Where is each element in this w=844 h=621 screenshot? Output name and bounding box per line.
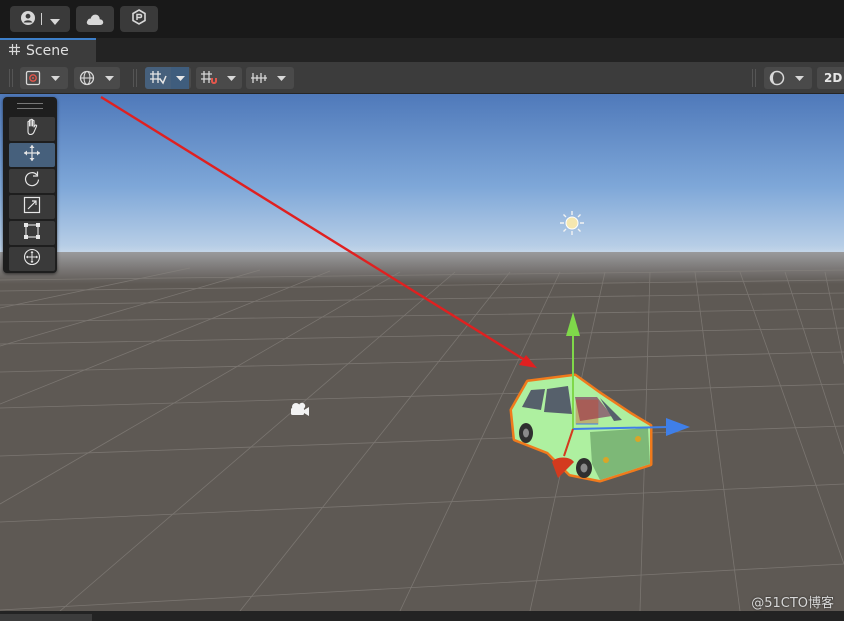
toolbar-grip[interactable] xyxy=(9,69,13,87)
increment-snap-icon xyxy=(196,67,222,89)
camera-icon[interactable] xyxy=(291,402,309,416)
scene-render xyxy=(0,94,844,611)
move-tool-button[interactable] xyxy=(9,143,55,167)
bottom-tab[interactable] xyxy=(0,614,92,621)
top-bar xyxy=(0,0,844,38)
grid-icon xyxy=(9,43,20,59)
hand-tool-icon xyxy=(23,118,41,140)
grid-snap-icon xyxy=(145,67,171,89)
chevron-down-icon xyxy=(49,10,60,29)
directional-light-icon[interactable] xyxy=(560,211,584,235)
bottom-bar xyxy=(0,611,844,621)
tab-scene-label: Scene xyxy=(26,43,69,59)
rect-tool-icon xyxy=(23,222,41,244)
cloud-icon xyxy=(86,10,104,29)
account-button[interactable] xyxy=(10,6,70,32)
ruler-icon xyxy=(246,67,272,89)
toolbar-grip[interactable] xyxy=(133,69,137,87)
increment-snap-dropdown[interactable] xyxy=(196,67,242,89)
chevron-down-icon xyxy=(46,67,64,89)
scale-tool-icon xyxy=(23,196,41,218)
tab-strip: Scene xyxy=(0,38,844,62)
transform-tool-button[interactable] xyxy=(9,247,55,271)
gizmo-y-arrow[interactable] xyxy=(566,312,580,336)
collab-icon xyxy=(131,9,147,29)
move-tool-icon xyxy=(23,144,41,166)
rotate-tool-icon xyxy=(23,170,41,192)
tool-palette xyxy=(3,97,57,273)
scene-viewport[interactable] xyxy=(0,94,844,611)
cloud-button[interactable] xyxy=(76,6,114,32)
account-separator xyxy=(40,13,42,25)
horizon-haze xyxy=(0,252,844,284)
chevron-down-icon xyxy=(100,67,118,89)
chevron-down-icon xyxy=(272,67,290,89)
shading-mode-dropdown[interactable] xyxy=(764,67,812,89)
rect-tool-button[interactable] xyxy=(9,221,55,245)
scale-tool-button[interactable] xyxy=(9,195,55,219)
collab-button[interactable] xyxy=(120,6,158,32)
ground-grid xyxy=(0,267,844,611)
watermark: @51CTO博客 xyxy=(751,596,834,611)
2d-toggle-button[interactable]: 2D xyxy=(817,67,844,89)
grid-snapping-toggle[interactable] xyxy=(145,67,191,89)
palette-drag-handle[interactable] xyxy=(17,103,43,109)
chevron-down-icon xyxy=(222,67,240,89)
hand-tool-button[interactable] xyxy=(9,117,55,141)
global-local-dropdown[interactable] xyxy=(74,67,120,89)
gizmo-z-arrow[interactable] xyxy=(666,418,690,436)
globe-icon xyxy=(74,67,100,89)
account-icon xyxy=(20,10,35,29)
transform-tool-icon xyxy=(23,248,41,270)
draw-mode-icon xyxy=(20,67,46,89)
chevron-down-icon xyxy=(790,67,808,89)
tab-scene[interactable]: Scene xyxy=(0,38,96,62)
shading-sphere-icon xyxy=(764,67,790,89)
toolbar-grip[interactable] xyxy=(752,69,756,87)
rotate-tool-button[interactable] xyxy=(9,169,55,193)
chevron-down-icon xyxy=(171,67,189,89)
draw-mode-dropdown[interactable] xyxy=(20,67,68,89)
sky xyxy=(0,94,844,262)
ruler-dropdown[interactable] xyxy=(246,67,294,89)
scene-toolbar: 2D xyxy=(0,62,844,94)
